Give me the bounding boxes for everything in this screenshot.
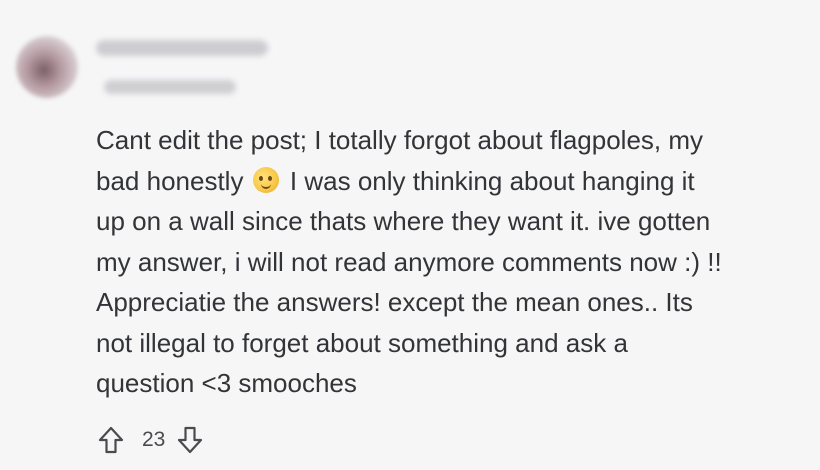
vote-count: 23 bbox=[142, 428, 166, 451]
comment-card: Cant edit the post; I totally forgot abo… bbox=[0, 0, 820, 470]
comment-line: up on a wall since thats where they want… bbox=[96, 206, 711, 236]
downvote-button[interactable] bbox=[175, 425, 205, 455]
comment-text-segment: bad honestly bbox=[96, 165, 244, 196]
upvote-button[interactable] bbox=[96, 425, 126, 455]
comment-line: not illegal to forget about something an… bbox=[96, 327, 628, 358]
comment-line: bad honestly I was only thinking about h… bbox=[96, 161, 806, 202]
timestamp-redacted bbox=[104, 80, 236, 94]
upvote-arrow-icon bbox=[98, 426, 124, 454]
comment-line: Appreciatie the answers! except the mean… bbox=[96, 287, 693, 317]
comment-line: my answer, i will not read anymore comme… bbox=[96, 246, 722, 277]
melting-face-emoji-icon bbox=[252, 166, 279, 193]
comment-body: Cant edit the post; I totally forgot abo… bbox=[96, 120, 806, 404]
comment-text-segment: I was only thinking about hanging it bbox=[282, 165, 695, 196]
comment-line: question <3 smooches bbox=[96, 368, 357, 398]
username-redacted bbox=[96, 40, 268, 56]
vote-bar: 23 bbox=[96, 420, 205, 460]
downvote-arrow-icon bbox=[178, 426, 203, 454]
avatar[interactable] bbox=[16, 36, 78, 98]
comment-line: Cant edit the post; I totally forgot abo… bbox=[96, 125, 704, 155]
